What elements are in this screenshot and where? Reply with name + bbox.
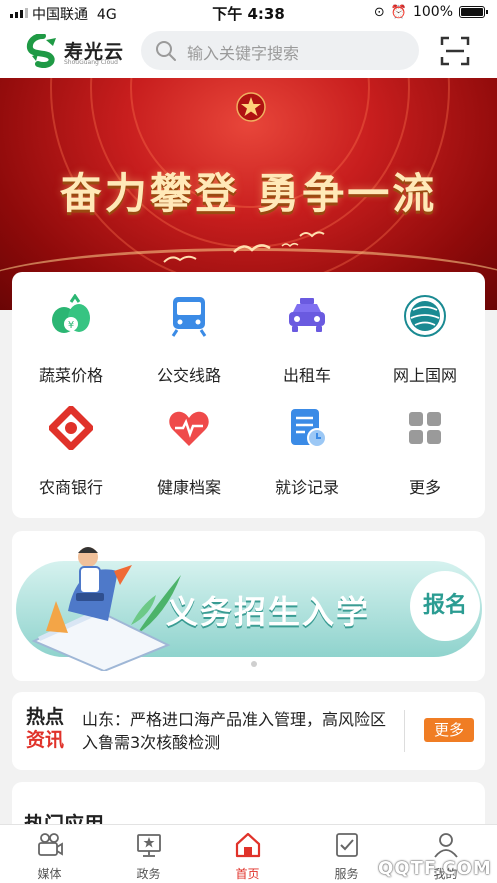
battery-icon [459,6,488,18]
orientation-lock-icon: ⊙ [373,4,385,20]
hot-news-ticker[interactable]: 热点 资讯 山东：严格进口海产品准入管理，高风险区入鲁需3次核酸检测 更多 [12,692,485,770]
service-bus-route[interactable]: 公交线路 [130,272,248,385]
government-icon [137,834,161,857]
banner-slogan: 奋力攀登 勇争一流 [59,169,438,218]
state-grid-icon [404,295,446,337]
tab-media[interactable]: 媒体 [0,825,99,883]
vegetable-icon: ¥ [52,294,90,333]
top-header: 寿光云 ShouGuang Cloud 输入关键字搜索 [0,26,497,78]
medical-record-icon [291,409,327,448]
svg-text:¥: ¥ [68,320,74,331]
service-taxi[interactable]: 出租车 [248,272,366,385]
birds-icon [233,231,325,253]
divider [404,710,405,752]
promo-carousel[interactable]: 义务招生入学 报名 [12,531,485,681]
tab-label: 首页 [235,867,260,881]
home-icon [235,832,261,858]
service-label: 出租车 [282,366,331,385]
bus-icon [171,297,207,337]
battery-percent: 100% [412,4,453,20]
profile-icon [434,833,458,858]
tab-home[interactable]: 首页 [198,825,297,883]
service-rural-bank[interactable]: 农商银行 [12,384,130,497]
logo-mark-icon [26,34,56,68]
star-icon [236,92,266,122]
service-label: 蔬菜价格 [38,366,103,385]
search-bar[interactable]: 输入关键字搜索 [141,31,419,70]
service-grid: ¥ 蔬菜价格 公交线路 出租车 网上国网 农商银行 健康档案 就诊记录 更多 [12,272,485,518]
scan-icon[interactable] [440,36,470,66]
promo-title: 义务招生入学 [166,593,371,631]
service-state-grid[interactable]: 网上国网 [366,272,484,385]
search-placeholder: 输入关键字搜索 [187,44,300,63]
service-more[interactable]: 更多 [366,384,484,497]
tab-government[interactable]: 政务 [99,825,198,883]
more-news-button[interactable]: 更多 [424,718,474,742]
health-heart-icon [169,411,209,446]
tab-label: 媒体 [37,867,62,881]
service-vegetable-price[interactable]: ¥ 蔬菜价格 [12,272,130,385]
service-label: 健康档案 [156,478,221,497]
service-health-record[interactable]: 健康档案 [130,384,248,497]
service-label: 公交线路 [156,366,221,385]
service-label: 就诊记录 [274,478,339,497]
service-label: 更多 [408,478,441,497]
hot-news-tag: 热点 资讯 [26,706,65,751]
news-headline[interactable]: 山东：严格进口海产品准入管理，高风险区入鲁需3次核酸检测 [82,708,400,754]
service-medical-record[interactable]: 就诊记录 [248,384,366,497]
service-icon [336,833,358,857]
tab-label: 政务 [136,867,161,881]
app-logo[interactable]: 寿光云 ShouGuang Cloud [26,34,136,70]
search-icon [156,41,176,61]
bank-icon [49,406,93,450]
more-grid-icon [409,412,441,444]
signup-button[interactable]: 报名 [410,571,480,641]
watermark: QQTF.COM [378,858,492,879]
service-label: 网上国网 [392,366,457,385]
alarm-icon: ⏰ [390,4,407,20]
camera-icon [38,833,63,856]
bird-icon [163,255,197,263]
carousel-indicator [12,652,485,671]
service-label: 农商银行 [38,478,103,497]
logo-subtext: ShouGuang Cloud [64,59,118,66]
taxi-icon [289,298,325,332]
status-bar: 中国联通 4G 下午 4:38 ⊙ ⏰ 100% [0,0,497,26]
